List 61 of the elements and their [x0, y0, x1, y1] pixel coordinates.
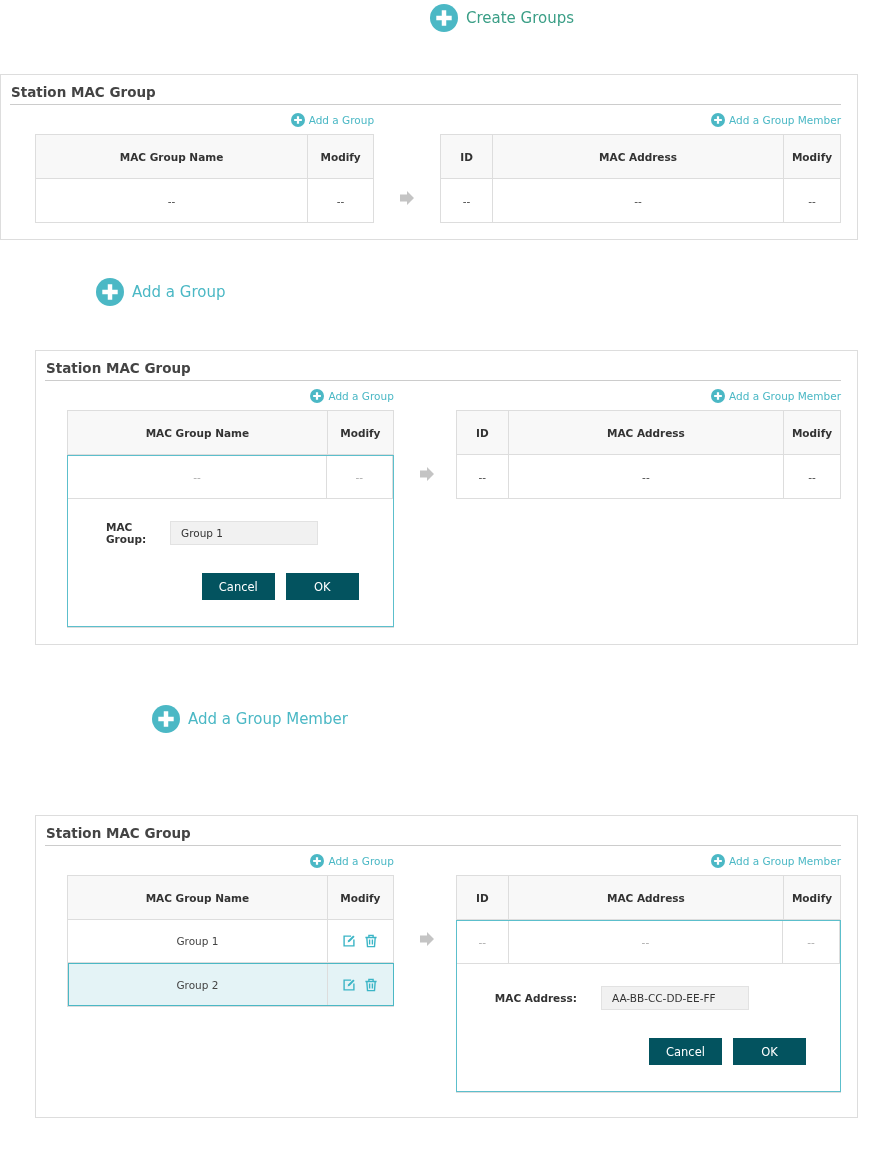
- dialog-button[interactable]: OK: [285, 573, 359, 600]
- arrow-icon: [419, 932, 434, 946]
- plus-icon: [152, 705, 180, 733]
- dialog-button[interactable]: Cancel: [649, 1038, 722, 1065]
- panel-title: Station MAC Group: [45, 824, 841, 846]
- table-row[interactable]: -- -- --: [441, 179, 841, 222]
- column-header: MAC Address: [508, 411, 784, 454]
- column-header: MAC Group Name: [36, 135, 309, 178]
- column-header: ID: [441, 135, 494, 178]
- table-row[interactable]: Group 2: [68, 963, 394, 1006]
- column-header: Modify: [784, 135, 841, 178]
- table-cell: --: [508, 455, 784, 498]
- edit-icon[interactable]: [342, 977, 357, 992]
- column-header: MAC Group Name: [68, 411, 328, 454]
- table-cell: --: [508, 921, 783, 963]
- arrow-icon: [400, 191, 415, 205]
- plus-icon: [310, 389, 325, 403]
- plus-icon: [711, 113, 726, 127]
- field-label: MAC Group:: [106, 521, 146, 545]
- column-header: Modify: [308, 135, 375, 178]
- column-header: MAC Address: [508, 876, 784, 919]
- field-label: MAC Address:: [494, 992, 577, 1004]
- table-cell: --: [783, 921, 840, 963]
- column-header: Modify: [327, 411, 394, 454]
- edit-icon[interactable]: [342, 934, 357, 948]
- table-cell: --: [68, 456, 327, 498]
- plus-icon: [310, 854, 325, 868]
- plus-icon: [711, 854, 726, 868]
- table-cell: --: [456, 455, 509, 498]
- table-cell: --: [493, 179, 784, 222]
- column-header: ID: [456, 876, 509, 919]
- table-cell: --: [36, 179, 309, 222]
- column-header: Modify: [784, 411, 841, 454]
- trash-icon[interactable]: [364, 934, 379, 948]
- column-header: MAC Address: [493, 135, 784, 178]
- table-cell: --: [308, 179, 375, 222]
- input-field[interactable]: Group 1: [170, 521, 318, 545]
- column-header: Modify: [784, 876, 841, 919]
- dialog-button[interactable]: OK: [733, 1038, 806, 1065]
- plus-icon: [96, 278, 124, 306]
- column-header: Modify: [327, 876, 394, 919]
- input-field[interactable]: AA-BB-CC-DD-EE-FF: [600, 986, 749, 1010]
- plus-icon: [430, 4, 458, 32]
- panel-title: Station MAC Group: [10, 83, 841, 105]
- table-cell: --: [784, 179, 841, 222]
- plus-icon: [711, 389, 726, 403]
- column-header: MAC Group Name: [68, 876, 328, 919]
- table-cell: --: [441, 179, 494, 222]
- table-row[interactable]: -- --: [36, 179, 375, 222]
- trash-icon[interactable]: [364, 977, 379, 992]
- table-cell: Group 1: [68, 920, 328, 962]
- arrow-icon: [419, 467, 434, 481]
- plus-icon: [290, 113, 305, 127]
- dialog-button[interactable]: Cancel: [201, 573, 275, 600]
- table-row[interactable]: -- -- --: [456, 455, 841, 498]
- column-header: ID: [456, 411, 509, 454]
- table-cell: Group 2: [68, 963, 328, 1006]
- table-cell: --: [326, 456, 393, 498]
- panel-title: Station MAC Group: [45, 359, 841, 381]
- table-cell: --: [784, 455, 841, 498]
- table-cell: --: [456, 921, 509, 963]
